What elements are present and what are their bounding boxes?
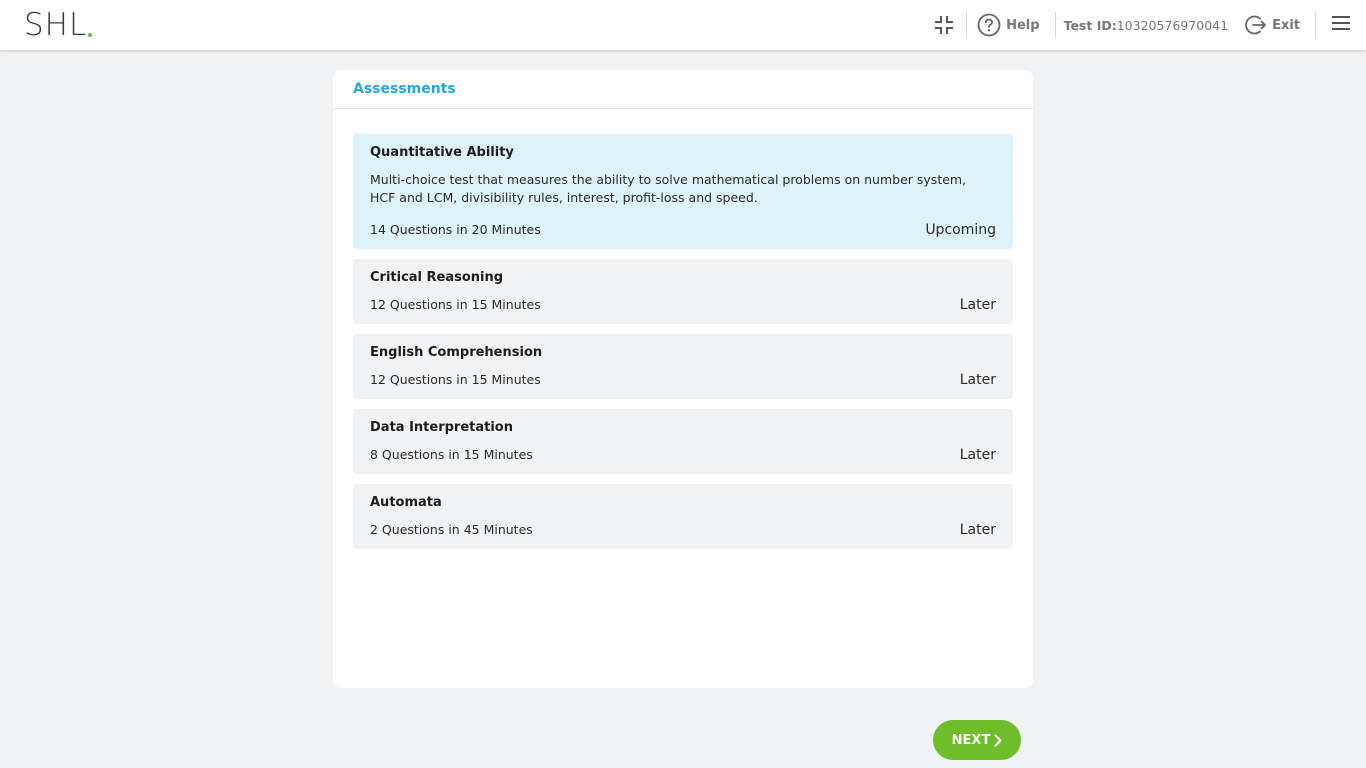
- assessment-name: Data Interpretation: [370, 420, 513, 435]
- assessment-name: Critical Reasoning: [370, 270, 504, 285]
- assessments-panel: Assessments Quantitative Ability Multi-c…: [333, 70, 1033, 688]
- assessment-status: Later: [959, 447, 996, 463]
- assessment-card-critical-reasoning[interactable]: Critical Reasoning 12 Questions in 15 Mi…: [353, 259, 1013, 324]
- help-circle-icon: [977, 13, 1001, 37]
- logo-text: SHL: [24, 7, 88, 43]
- assessment-name: Quantitative Ability: [370, 145, 514, 160]
- collapse-icon[interactable]: [934, 15, 954, 35]
- assessment-meta: 8 Questions in 15 Minutes: [370, 447, 533, 462]
- logo-dot: [88, 33, 93, 37]
- toolbar: Help Test ID:10320576970041 Exit: [934, 0, 1366, 50]
- toolbar-divider: [1315, 12, 1316, 38]
- next-label: NEXT: [951, 732, 991, 748]
- panel-title: Assessments: [353, 81, 456, 97]
- assessment-name: Automata: [370, 495, 442, 510]
- assessment-card-quantitative-ability[interactable]: Quantitative Ability Multi-choice test t…: [353, 134, 1013, 249]
- help-button[interactable]: Help: [977, 13, 1040, 37]
- assessment-footer: 14 Questions in 20 Minutes Upcoming: [370, 221, 996, 239]
- assessment-card-automata[interactable]: Automata 2 Questions in 45 Minutes Later: [353, 484, 1013, 549]
- panel-header: Assessments: [333, 70, 1033, 109]
- assessment-footer: 2 Questions in 45 Minutes Later: [370, 521, 996, 539]
- shl-logo: SHL: [24, 7, 93, 43]
- toolbar-divider: [1054, 12, 1056, 38]
- assessment-meta: 12 Questions in 15 Minutes: [370, 297, 541, 312]
- assessment-description: Multi-choice test that measures the abil…: [370, 172, 967, 205]
- assessment-status: Upcoming: [925, 222, 996, 238]
- chevron-right-icon: [994, 734, 1002, 747]
- assessment-name: English Comprehension: [370, 345, 543, 360]
- assessment-footer: 12 Questions in 15 Minutes Later: [370, 296, 996, 314]
- help-label: Help: [1006, 17, 1040, 33]
- assessment-footer: 12 Questions in 15 Minutes Later: [370, 371, 996, 389]
- exit-label: Exit: [1272, 17, 1300, 33]
- assessment-status: Later: [959, 372, 996, 388]
- test-id-value: 10320576970041: [1116, 17, 1229, 33]
- toolbar-divider: [966, 12, 968, 38]
- assessment-footer: 8 Questions in 15 Minutes Later: [370, 446, 996, 464]
- assessment-meta: 12 Questions in 15 Minutes: [370, 372, 541, 387]
- assessment-card-data-interpretation[interactable]: Data Interpretation 8 Questions in 15 Mi…: [353, 409, 1013, 474]
- assessment-list: Quantitative Ability Multi-choice test t…: [333, 109, 1033, 549]
- assessment-meta: 14 Questions in 20 Minutes: [370, 222, 541, 237]
- hamburger-menu-icon[interactable]: [1331, 15, 1351, 35]
- assessment-meta: 2 Questions in 45 Minutes: [370, 522, 533, 537]
- top-bar: SHL Help Test ID:10320576970041 Exit: [0, 0, 1366, 50]
- test-id-label: Test ID:: [1063, 17, 1117, 33]
- assessment-card-english-comprehension[interactable]: English Comprehension 12 Questions in 15…: [353, 334, 1013, 399]
- assessment-status: Later: [959, 522, 996, 538]
- exit-button[interactable]: Exit: [1245, 14, 1300, 36]
- assessment-status: Later: [959, 297, 996, 313]
- next-button[interactable]: NEXT: [933, 720, 1021, 760]
- exit-icon: [1245, 14, 1267, 36]
- test-id: Test ID:10320576970041: [1064, 18, 1228, 33]
